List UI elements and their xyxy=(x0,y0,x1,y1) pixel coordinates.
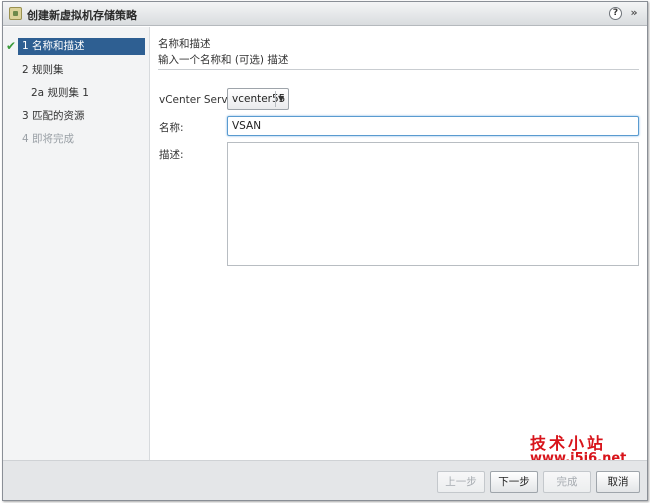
help-button[interactable]: ? xyxy=(609,7,622,20)
title-bar: 创建新虚拟机存储策略 ? » xyxy=(3,2,647,26)
wizard-steps-sidebar: ✔ 1 名称和描述 2 规则集 2a 规则集 1 3 匹配的资源 4 即将完成 xyxy=(3,27,150,460)
description-textarea[interactable] xyxy=(227,142,639,266)
dialog-title: 创建新虚拟机存储策略 xyxy=(27,9,137,22)
finish-button[interactable]: 完成 xyxy=(543,471,591,493)
header-divider xyxy=(158,69,639,70)
page-subtitle: 输入一个名称和 (可选) 描述 xyxy=(158,54,289,66)
expand-icon[interactable]: » xyxy=(627,6,641,20)
name-label: 名称: xyxy=(159,122,184,134)
name-input[interactable] xyxy=(227,116,639,136)
next-button[interactable]: 下一步 xyxy=(490,471,538,493)
back-button[interactable]: 上一步 xyxy=(437,471,485,493)
description-label: 描述: xyxy=(159,149,184,161)
checkmark-icon: ✔ xyxy=(6,39,17,53)
main-content: 名称和描述 输入一个名称和 (可选) 描述 vCenter Server: vc… xyxy=(151,27,647,460)
wizard-footer: 上一步 下一步 完成 取消 xyxy=(3,460,647,500)
chevron-down-icon[interactable]: ▼ xyxy=(278,94,286,104)
storage-policy-icon xyxy=(9,7,22,20)
dialog-window: 创建新虚拟机存储策略 ? » ✔ 1 名称和描述 2 规则集 2a 规则集 1 … xyxy=(2,1,648,501)
cancel-button[interactable]: 取消 xyxy=(596,471,640,493)
select-separator xyxy=(275,91,276,107)
step-ready-to-complete: 4 即将完成 xyxy=(22,133,75,145)
step-name-and-description[interactable]: 1 名称和描述 xyxy=(18,38,145,55)
step-rule-set-1[interactable]: 2a 规则集 1 xyxy=(31,85,89,102)
step-matching-resources[interactable]: 3 匹配的资源 xyxy=(22,108,85,125)
page-title: 名称和描述 xyxy=(158,38,211,50)
step-rule-sets[interactable]: 2 规则集 xyxy=(22,62,64,79)
vcenter-server-select[interactable]: vcenter55 ▼ xyxy=(227,88,289,110)
